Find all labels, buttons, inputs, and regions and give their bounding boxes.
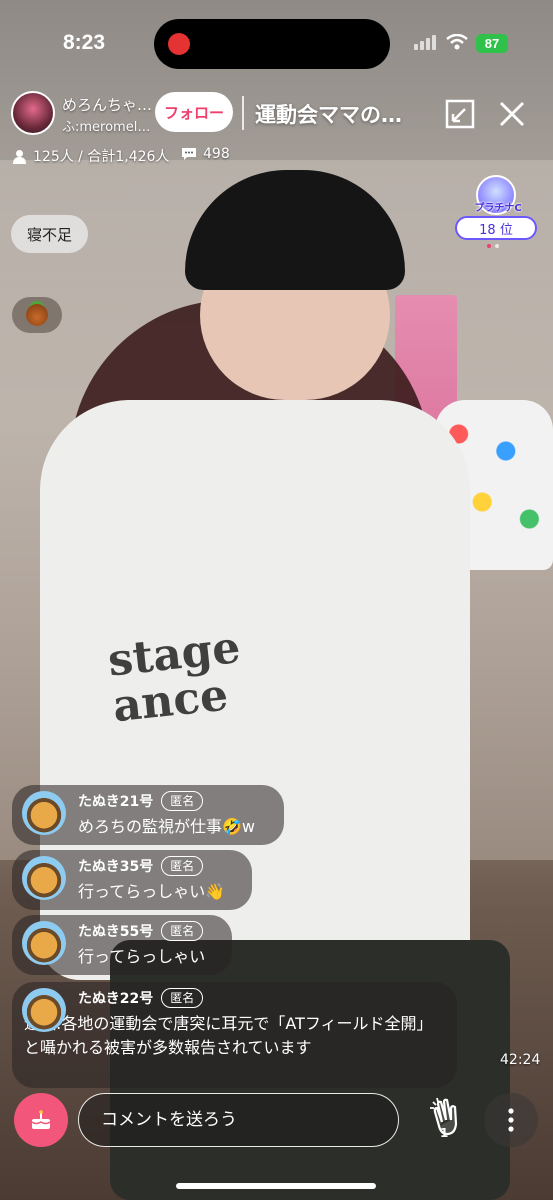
streamer-avatar[interactable] xyxy=(11,91,55,135)
comment-item: たぬき55号 匿名 行ってらっしゃい xyxy=(12,915,232,975)
comment-text: 速報:各地の運動会で唐突に耳元で「ATフィールド全開」と囁かれる被害が多数報告さ… xyxy=(24,1014,433,1057)
commenter-name[interactable]: たぬき22号 xyxy=(78,988,153,1008)
anonymous-badge: 匿名 xyxy=(161,791,204,811)
person-icon xyxy=(13,149,26,164)
anonymous-badge: 匿名 xyxy=(161,921,204,941)
viewer-count-text: 125人 / 合計1,426人 xyxy=(33,149,170,165)
commenter-name[interactable]: たぬき21号 xyxy=(78,791,153,811)
more-options-button[interactable] xyxy=(484,1093,538,1147)
recording-indicator xyxy=(168,33,190,55)
stream-title[interactable]: 運動会ママの… xyxy=(255,99,402,129)
commenter-avatar[interactable] xyxy=(22,988,66,1032)
anonymous-badge: 匿名 xyxy=(161,856,204,876)
comment-item: たぬき21号 匿名 めろちの監視が仕事🤣w xyxy=(12,785,284,845)
wifi-icon xyxy=(446,34,468,50)
status-time: 8:23 xyxy=(63,31,106,54)
home-indicator xyxy=(176,1183,376,1189)
commenter-avatar[interactable] xyxy=(22,921,66,965)
comment-item: たぬき35号 匿名 行ってらっしゃい👋 xyxy=(12,850,252,910)
minimize-icon[interactable] xyxy=(445,99,475,129)
comment-text: めろちの監視が仕事🤣w xyxy=(78,817,256,836)
comment-text: 行ってらっしゃい👋 xyxy=(78,882,226,901)
elapsed-time: 42:24 xyxy=(500,1052,541,1068)
comment-input[interactable] xyxy=(78,1093,399,1147)
comment-text: 行ってらっしゃい xyxy=(78,947,206,966)
commenter-name[interactable]: たぬき55号 xyxy=(78,921,153,941)
more-vertical-icon xyxy=(508,1108,514,1132)
rank-tier-label: プラチナC xyxy=(474,203,522,214)
signal-icon xyxy=(414,35,436,50)
battery-indicator: 87 xyxy=(476,34,508,53)
clap-count: 1 xyxy=(440,1126,449,1140)
close-icon[interactable] xyxy=(497,99,527,129)
commenter-name[interactable]: たぬき35号 xyxy=(78,856,153,876)
chat-bubble-icon xyxy=(182,148,196,160)
header-divider xyxy=(242,96,244,130)
commenter-avatar[interactable] xyxy=(22,791,66,835)
gift-button[interactable] xyxy=(14,1093,68,1147)
rank-page-dots xyxy=(487,244,499,248)
effect-icon[interactable] xyxy=(12,297,62,333)
commenter-avatar[interactable] xyxy=(22,856,66,900)
rank-position[interactable]: 18 位 xyxy=(455,216,537,240)
status-pill[interactable]: 寝不足 xyxy=(11,215,89,253)
anonymous-badge: 匿名 xyxy=(161,988,204,1008)
streamer-handle[interactable]: ふ:meromel… xyxy=(62,116,152,135)
follow-button[interactable]: フォロー xyxy=(155,92,233,132)
viewer-count: 125人 / 合計1,426人 xyxy=(12,146,169,166)
comment-item: たぬき22号 匿名 速報:各地の運動会で唐突に耳元で「ATフィールド全開」と囁かれ… xyxy=(12,982,457,1088)
streamer-name[interactable]: めろんちゃ… xyxy=(62,94,152,115)
cake-icon xyxy=(31,1110,51,1129)
comment-count: 498 xyxy=(181,146,230,162)
comment-count-text: 498 xyxy=(203,146,230,162)
